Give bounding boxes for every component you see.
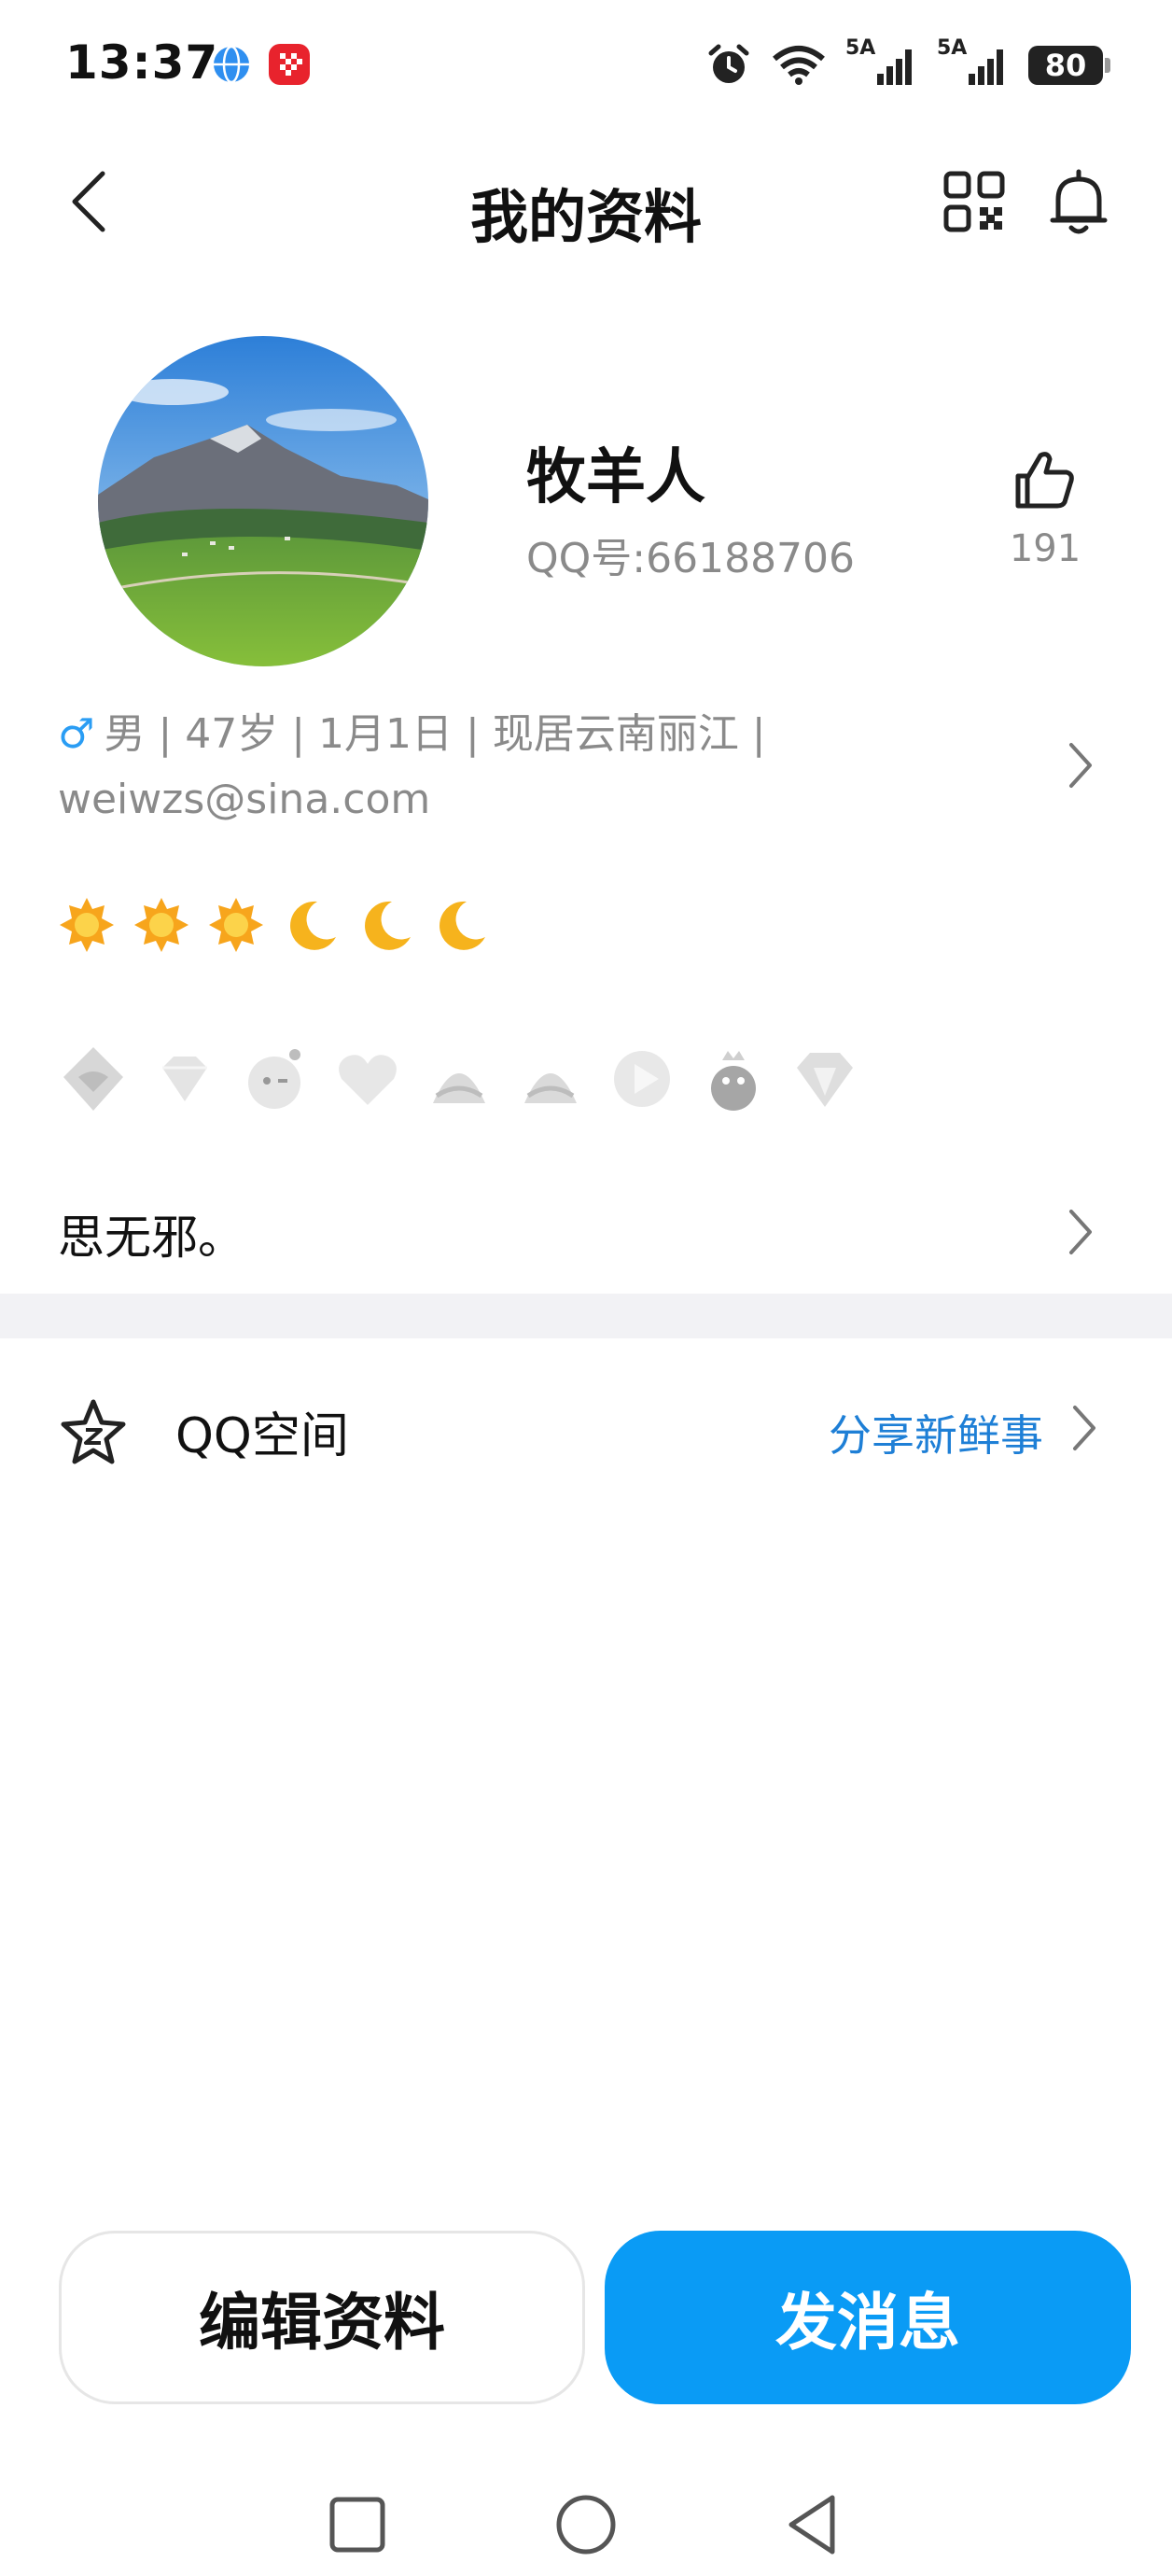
bell-icon[interactable] xyxy=(1045,166,1112,237)
qr-code-icon[interactable] xyxy=(942,170,1006,233)
qq-number: QQ号:66188706 xyxy=(526,535,856,582)
sun-icon xyxy=(209,898,263,952)
qzone-star-icon xyxy=(61,1399,126,1464)
battery-level: 80 xyxy=(1028,46,1103,85)
home-circle-icon[interactable] xyxy=(553,2492,619,2557)
share-news-link[interactable]: 分享新鲜事 xyxy=(829,1402,1043,1463)
cone-icon-1 xyxy=(433,1073,485,1103)
level-badges[interactable] xyxy=(58,896,489,954)
status-icons: 5A 5A 80 xyxy=(705,36,1110,93)
info-chevron-right-icon[interactable] xyxy=(1062,737,1099,793)
browser-app-icon xyxy=(214,45,249,84)
recent-apps-square-icon[interactable] xyxy=(325,2492,390,2557)
top-nav: 我的资料 xyxy=(0,131,1172,271)
thumbs-up-icon[interactable] xyxy=(1011,446,1078,513)
male-icon: ♂ xyxy=(58,710,95,758)
profile-email: weiwzs@sina.com xyxy=(58,776,431,823)
wifi-icon xyxy=(773,46,825,85)
qzone-label[interactable]: QQ空间 xyxy=(175,1396,349,1466)
nickname: 牧羊人 xyxy=(526,443,705,512)
vip-icon-1 xyxy=(63,1047,123,1111)
penguin-crown-icon xyxy=(711,1051,756,1111)
heart-icon xyxy=(339,1055,397,1105)
bomb-icon xyxy=(248,1049,300,1109)
back-triangle-icon[interactable] xyxy=(780,2492,845,2557)
moon-icon xyxy=(290,901,336,950)
qzone-chevron-right-icon[interactable] xyxy=(1066,1400,1103,1456)
diamond-icon xyxy=(162,1057,207,1101)
sun-icon xyxy=(134,898,188,952)
red-app-icon xyxy=(269,44,310,85)
like-count: 191 xyxy=(1009,527,1081,570)
send-message-button[interactable]: 发消息 xyxy=(605,2231,1131,2404)
profile-info[interactable]: ♂ 男 | 47岁 | 1月1日 | 现居云南丽江 | weiwzs@sina.c… xyxy=(58,702,1028,833)
cell-signal-icon-2: 5A xyxy=(937,36,1010,89)
sun-icon xyxy=(60,898,114,952)
status-bar: 13:37 5A 5A 80 xyxy=(0,0,1172,131)
avatar[interactable] xyxy=(98,336,428,666)
signature[interactable]: 思无邪。 xyxy=(58,1200,244,1267)
battery-icon: 80 xyxy=(1028,46,1110,85)
profile-basic-info: 男 | 47岁 | 1月1日 | 现居云南丽江 | xyxy=(104,710,766,758)
status-time: 13:37 xyxy=(65,35,219,90)
play-icon xyxy=(614,1051,670,1107)
moon-icon xyxy=(365,901,411,950)
cell-signal-icon: 5A xyxy=(845,36,918,89)
gem-icon xyxy=(797,1053,853,1107)
cone-icon-2 xyxy=(524,1073,577,1103)
signature-chevron-right-icon[interactable] xyxy=(1062,1204,1099,1260)
edit-profile-button[interactable]: 编辑资料 xyxy=(59,2231,585,2404)
vip-icons[interactable] xyxy=(58,1043,860,1114)
profile-info-line1: ♂ 男 | 47岁 | 1月1日 | 现居云南丽江 | xyxy=(58,702,1028,767)
system-nav-bar xyxy=(0,2483,1172,2576)
alarm-icon xyxy=(708,44,749,83)
moon-icon xyxy=(440,901,485,950)
section-divider xyxy=(0,1294,1172,1338)
